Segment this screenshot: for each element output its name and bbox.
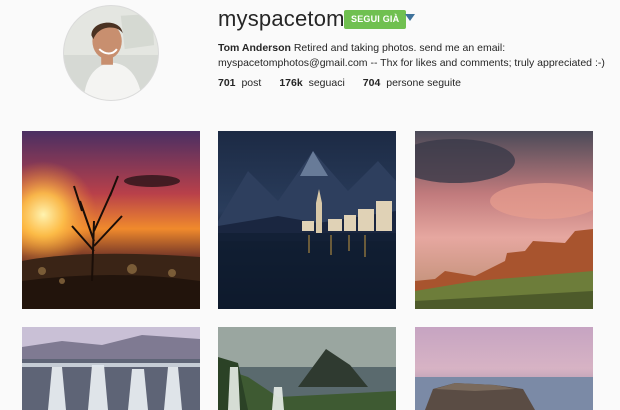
following-button[interactable]: SEGUI GIÀ [344, 10, 407, 29]
posts-count-value: 701 [218, 77, 236, 89]
followers-count[interactable]: 176k seguaci [279, 77, 344, 89]
profile-full-name: Tom Anderson [218, 42, 291, 54]
profile-username: myspacetom [218, 6, 345, 31]
profile-avatar[interactable] [63, 5, 159, 101]
post-thumbnail-sea-rock[interactable] [415, 327, 593, 410]
posts-count: 701 post [218, 77, 261, 89]
following-count-value: 704 [362, 77, 381, 89]
following-count-label: persone seguite [386, 77, 461, 89]
post-thumbnail-sunset-cactus[interactable] [22, 131, 200, 309]
followers-count-label: seguaci [308, 77, 345, 89]
followers-count-value: 176k [279, 77, 303, 89]
profile-page: myspacetom SEGUI GIÀ Tom Anderson Retire… [0, 0, 620, 410]
profile-bio: Tom Anderson Retired and taking photos. … [218, 41, 608, 70]
post-thumbnail-mountain-falls[interactable] [218, 327, 396, 410]
post-thumbnail-cliffs-sunset[interactable] [415, 131, 593, 309]
caret-down-icon[interactable] [405, 14, 415, 21]
avatar-photo [64, 6, 158, 100]
profile-stats: 701 post 176k seguaci 704 persone seguit… [218, 77, 461, 89]
following-count[interactable]: 704 persone seguite [363, 77, 461, 89]
post-thumbnail-lakeside-village[interactable] [218, 131, 396, 309]
posts-count-label: post [241, 77, 262, 89]
post-thumbnail-waterfall[interactable] [22, 327, 200, 410]
